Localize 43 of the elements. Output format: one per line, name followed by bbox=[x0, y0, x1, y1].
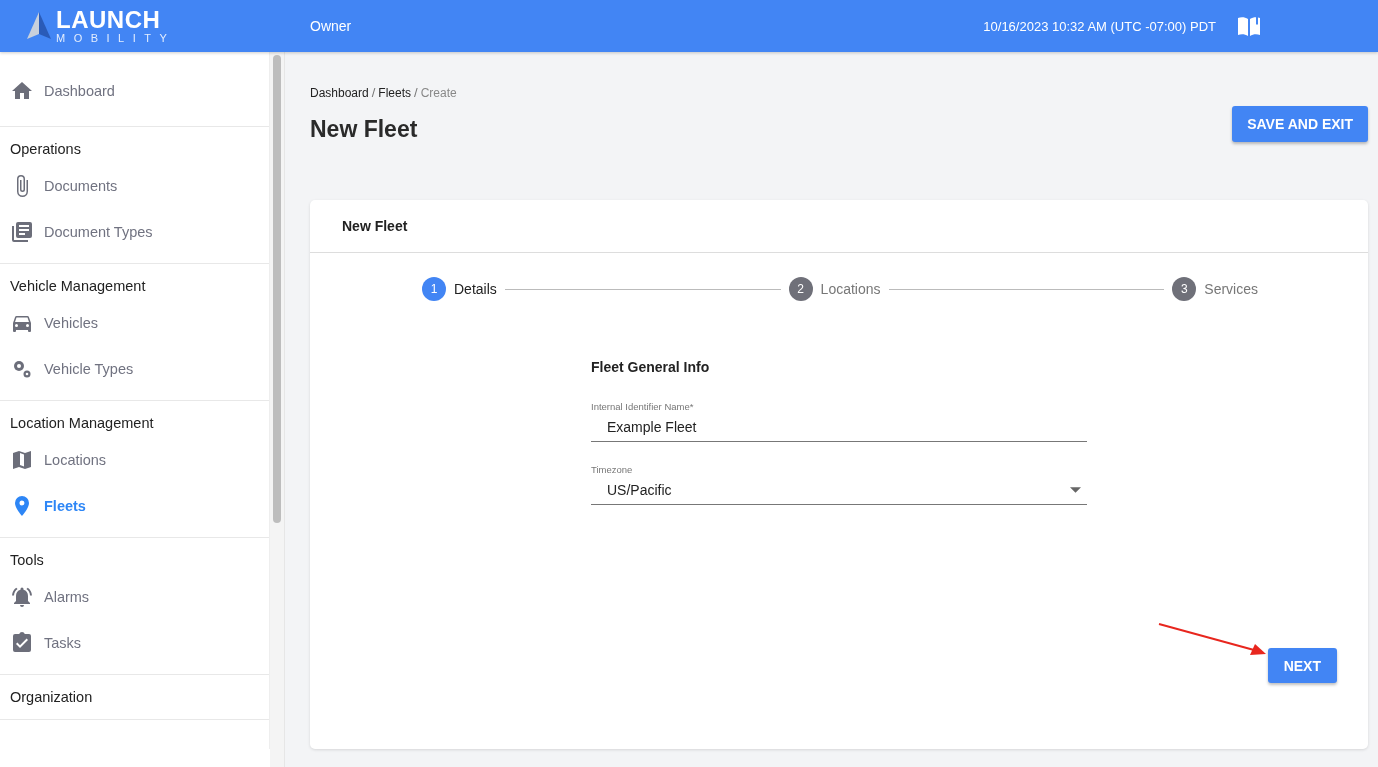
section-heading: Vehicle Management bbox=[9, 277, 147, 296]
date-time: 10/16/2023 10:32 AM (UTC -07:00) PDT bbox=[983, 18, 1216, 34]
sidebar-item[interactable]: Document Types bbox=[0, 209, 270, 255]
scrollbar-thumb[interactable] bbox=[273, 55, 282, 523]
sidebar-item[interactable]: Locations bbox=[0, 437, 270, 483]
sidebar-item[interactable]: Vehicles bbox=[0, 300, 270, 346]
stepper-step[interactable]: 1 Details bbox=[422, 277, 497, 301]
sidebar-item[interactable]: Alarms bbox=[0, 574, 270, 620]
section-heading: Organization bbox=[9, 688, 94, 707]
caret-icon bbox=[1070, 487, 1081, 493]
field-label: Timezone bbox=[591, 464, 634, 475]
breadcrumb-link[interactable]: Fleets bbox=[378, 86, 412, 100]
map-icon bbox=[10, 448, 34, 472]
breadcrumb-link[interactable]: Dashboard bbox=[310, 86, 369, 100]
breadcrumb-current: Create bbox=[420, 86, 457, 100]
sidebar-item[interactable]: Tasks bbox=[0, 620, 270, 666]
section-heading: Operations bbox=[9, 140, 82, 159]
sidebar-item[interactable]: Vehicle Types bbox=[0, 346, 270, 392]
rocket-logo-icon bbox=[26, 11, 52, 41]
logo-subtitle: MOBILITY bbox=[56, 33, 176, 44]
save-and-exit-button[interactable]: SAVE AND EXIT bbox=[1232, 106, 1368, 142]
next-button[interactable]: NEXT bbox=[1267, 648, 1337, 683]
input-field[interactable]: Example Fleet bbox=[591, 419, 1087, 442]
form-heading: Fleet General Info bbox=[591, 359, 711, 375]
page-title: New Fleet bbox=[310, 116, 418, 143]
stepper-step[interactable]: 2 Locations bbox=[788, 277, 881, 301]
section-heading: Tools bbox=[9, 551, 45, 570]
field-label: Internal Identifier Name* bbox=[591, 401, 695, 412]
logo-title: LAUNCH bbox=[56, 8, 162, 32]
clipboard-check-icon bbox=[10, 631, 34, 655]
document-list-icon bbox=[10, 220, 34, 244]
bell-icon bbox=[10, 585, 34, 609]
sidebar-item[interactable]: Fleets bbox=[0, 483, 270, 529]
breadcrumb-separator: / bbox=[414, 85, 418, 100]
book-icon[interactable] bbox=[1237, 15, 1261, 37]
breadcrumb-separator: / bbox=[371, 85, 376, 100]
card-title: New Fleet bbox=[310, 200, 1368, 253]
timezone-select[interactable]: US/Pacific bbox=[591, 482, 1087, 505]
stepper-step[interactable]: 3 Services bbox=[1172, 277, 1258, 301]
user-role: Owner bbox=[310, 18, 352, 34]
sidebar-item[interactable]: Dashboard bbox=[0, 68, 270, 114]
section-heading: Location Management bbox=[9, 414, 155, 433]
sidebar-item[interactable]: Documents bbox=[0, 163, 270, 209]
